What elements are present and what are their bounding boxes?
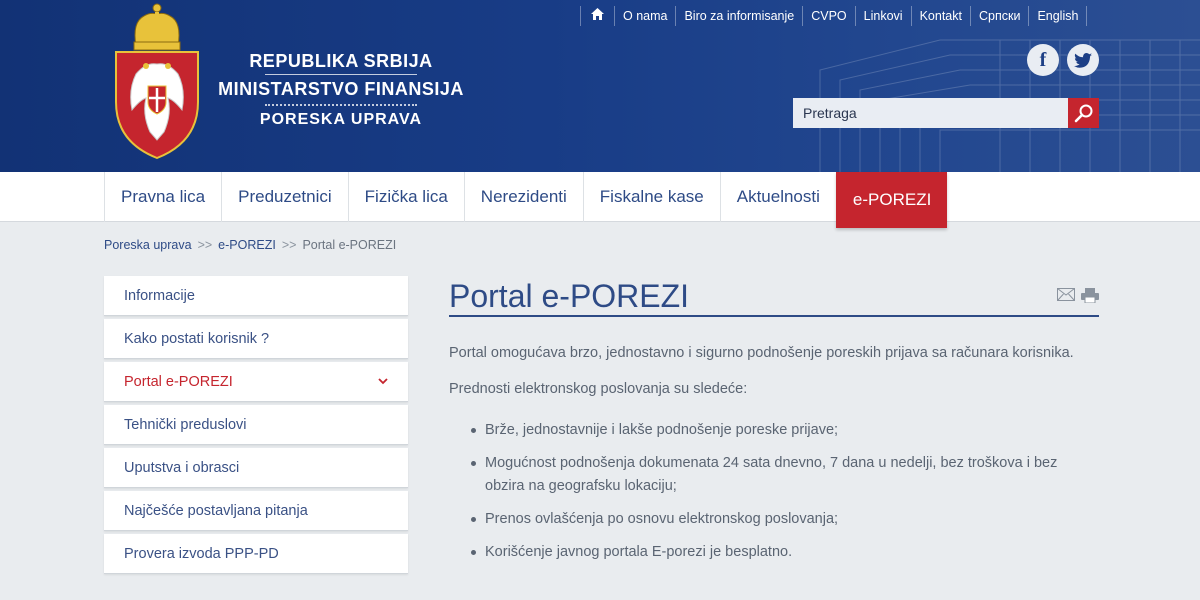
title-dotted-divider [265, 104, 417, 106]
advantages-heading: Prednosti elektronskog poslovanja su sle… [449, 381, 748, 397]
sidebar-item-uputstva-i-obrasci[interactable]: Uputstva i obrasci [104, 448, 408, 488]
sidebar-item-provera-izvoda-ppp-pd[interactable]: Provera izvoda PPP-PD [104, 534, 408, 574]
ministry-title: Republika Srbija Ministarstvo Finansija … [215, 50, 467, 130]
title-ministarstvo-finansija: Ministarstvo Finansija [218, 79, 464, 99]
breadcrumb-separator: >> [197, 238, 213, 252]
advantages-list: Brže, jednostavnije i lakše podnošenje p… [449, 419, 1099, 574]
sidebar-item-label: Najčešće postavljana pitanja [124, 502, 308, 519]
sidebar-item-najcesce-postavljana-pitanja[interactable]: Najčešće postavljana pitanja [104, 491, 408, 531]
title-republika-srbija: Republika Srbija [249, 51, 433, 71]
sidebar-item-informacije[interactable]: Informacije [104, 276, 408, 316]
main-content: Portal e-POREZI Portal omogućava brzo, j… [449, 276, 1099, 560]
breadcrumb-current-page: Portal e-POREZI [302, 238, 397, 252]
facebook-icon[interactable]: f [1027, 44, 1059, 76]
twitter-icon[interactable] [1067, 44, 1099, 76]
search-button[interactable] [1068, 98, 1099, 128]
email-icon[interactable] [1057, 288, 1075, 301]
language-serbian-link[interactable]: Српски [969, 6, 1028, 26]
language-english-link[interactable]: English [1028, 6, 1088, 26]
title-underline [449, 315, 1099, 317]
list-item: Brže, jednostavnije i lakše podnošenje p… [449, 419, 1099, 442]
breadcrumb-poreska-uprava-link[interactable]: Poreska uprava [104, 238, 192, 252]
sidebar-item-portal-e-porezi[interactable]: Portal e-POREZI [104, 362, 408, 402]
title-divider [265, 74, 417, 75]
sidebar-item-label: Tehnički preduslovi [124, 416, 247, 433]
sidebar-item-label: Kako postati korisnik ? [124, 330, 270, 347]
breadcrumb-e-porezi-link[interactable]: e-POREZI [218, 238, 276, 252]
chevron-down-icon [378, 378, 388, 385]
print-icon[interactable] [1081, 288, 1099, 303]
breadcrumb: Poreska uprava >> e-POREZI >> Portal e-P… [104, 238, 396, 252]
topnav-cvpo-link[interactable]: CVPO [802, 6, 854, 26]
topnav-biro-za-informisanje-link[interactable]: Biro za informisanje [675, 6, 802, 26]
title-poreska-uprava: Poreska uprava [259, 111, 423, 128]
search-box [793, 98, 1099, 128]
home-icon[interactable] [580, 6, 614, 26]
nav-e-porezi[interactable]: e-POREZI [835, 172, 948, 228]
page-title: Portal e-POREZI [449, 278, 690, 314]
search-input[interactable] [793, 98, 1068, 128]
nav-nerezidenti[interactable]: Nerezidenti [463, 172, 583, 222]
sidebar-item-label: Portal e-POREZI [124, 373, 233, 390]
search-icon [1074, 104, 1092, 123]
topnav-o-nama-link[interactable]: O nama [614, 6, 675, 26]
sidebar-item-kako-postati-korisnik[interactable]: Kako postati korisnik ? [104, 319, 408, 359]
list-item: Mogućnost podnošenja dokumenata 24 sata … [449, 452, 1099, 498]
list-item: Prenos ovlašćenja po osnovu elektronskog… [449, 508, 1099, 531]
sidebar-item-label: Uputstva i obrasci [124, 459, 240, 476]
site-header: Republika Srbija Ministarstvo Finansija … [0, 0, 1200, 172]
serbian-coat-of-arms-logo [115, 3, 199, 160]
top-navigation: O nama Biro za informisanje CVPO Linkovi… [580, 5, 1088, 27]
sidebar-item-label: Provera izvoda PPP-PD [124, 545, 279, 562]
nav-fiskalne-kase[interactable]: Fiskalne kase [582, 172, 720, 222]
topnav-kontakt-link[interactable]: Kontakt [910, 6, 970, 26]
list-item: Korišćenje javnog portala E-porezi je be… [449, 541, 1099, 564]
sidebar-menu: Informacije Kako postati korisnik ? Port… [104, 276, 408, 577]
intro-paragraph: Portal omogućava brzo, jednostavno i sig… [449, 345, 1074, 361]
breadcrumb-separator: >> [281, 238, 297, 252]
nav-fizicka-lica[interactable]: Fizička lica [347, 172, 464, 222]
sidebar-item-label: Informacije [124, 287, 195, 304]
nav-aktuelnosti[interactable]: Aktuelnosti [719, 172, 836, 222]
nav-preduzetnici[interactable]: Preduzetnici [221, 172, 348, 222]
nav-pravna-lica[interactable]: Pravna lica [104, 172, 221, 222]
main-navigation: Pravna lica Preduzetnici Fizička lica Ne… [0, 172, 1200, 228]
topnav-linkovi-link[interactable]: Linkovi [854, 6, 911, 26]
page-tools [1057, 288, 1099, 303]
sidebar-item-tehnicki-preduslovi[interactable]: Tehnički preduslovi [104, 405, 408, 445]
